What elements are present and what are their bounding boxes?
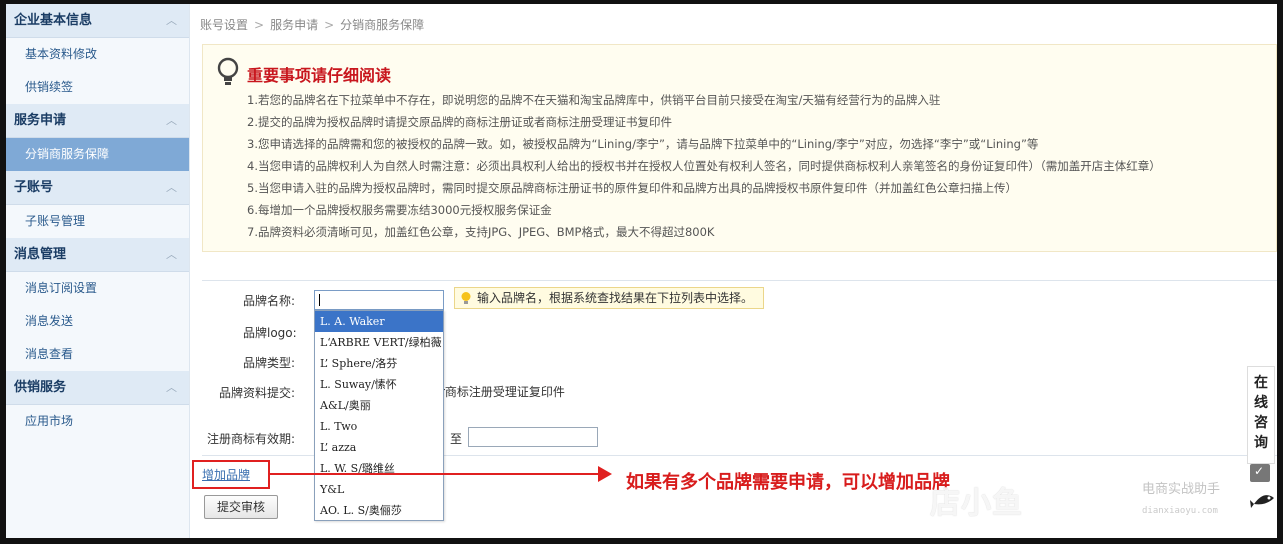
annotation-arrow-line bbox=[270, 473, 600, 475]
breadcrumb-item[interactable]: 服务申请 bbox=[270, 18, 318, 32]
dropdown-option[interactable]: L’ Sphere/洛芬 bbox=[315, 353, 443, 374]
chevron-up-icon[interactable]: ︿ bbox=[166, 104, 177, 138]
brand-name-tip: 输入品牌名，根据系统查找结果在下拉列表中选择。 bbox=[454, 287, 764, 309]
add-brand-link[interactable]: 增加品牌 bbox=[202, 466, 250, 483]
consult-toggle-icon[interactable] bbox=[1250, 464, 1270, 482]
breadcrumb-separator: > bbox=[254, 18, 265, 32]
submit-review-button[interactable]: 提交审核 bbox=[204, 495, 278, 519]
watermark-tagline: 电商实战助手 bbox=[1142, 482, 1221, 497]
tip-text: 输入品牌名，根据系统查找结果在下拉列表中选择。 bbox=[477, 291, 754, 305]
sidebar-item-distributor-service[interactable]: 分销商服务保障 bbox=[6, 138, 189, 171]
chevron-up-icon[interactable]: ︿ bbox=[166, 238, 177, 272]
dropdown-option[interactable]: L. Suway/愫怀 bbox=[315, 374, 443, 395]
annotation-text: 如果有多个品牌需要申请，可以增加品牌 bbox=[626, 472, 950, 493]
notice-item: 2.提交的品牌为授权品牌时请提交原品牌的商标注册证或者商标注册受理证书复印件 bbox=[247, 115, 672, 129]
annotation-arrow-head bbox=[598, 466, 612, 482]
dropdown-option[interactable]: AO. L. S/奥俪莎 bbox=[315, 500, 443, 521]
sidebar-group-label: 消息管理 bbox=[14, 247, 67, 262]
chevron-up-icon[interactable]: ︿ bbox=[166, 4, 177, 38]
fish-logo-icon bbox=[1250, 495, 1274, 508]
sidebar-group-service-application[interactable]: 服务申请 ︿ bbox=[6, 104, 189, 138]
notice-item: 5.当您申请入驻的品牌为授权品牌时，需同时提交原品牌商标注册证书的原件复印件和品… bbox=[247, 181, 1017, 195]
important-notice: 重要事项请仔细阅读 1.若您的品牌名在下拉菜单中不存在，即说明您的品牌不在天猫和… bbox=[202, 44, 1277, 252]
brand-name-label: 品牌名称: bbox=[243, 294, 296, 308]
sidebar-group-label: 企业基本信息 bbox=[14, 13, 93, 28]
lightbulb-icon bbox=[461, 292, 471, 304]
consult-char: 询 bbox=[1254, 435, 1268, 451]
notice-item: 7.品牌资料必须清晰可见，加盖红色公章，支持JPG、JPEG、BMP格式，最大不… bbox=[247, 225, 715, 239]
sidebar-group-label: 服务申请 bbox=[14, 113, 67, 128]
sidebar-group-sub-account[interactable]: 子账号 ︿ bbox=[6, 171, 189, 205]
sidebar-group-label: 供销服务 bbox=[14, 380, 67, 395]
brand-name-input[interactable] bbox=[314, 290, 444, 310]
sidebar-group-label: 子账号 bbox=[14, 180, 54, 195]
sidebar-item-message-subscribe[interactable]: 消息订阅设置 bbox=[6, 272, 189, 305]
sidebar: 企业基本信息 ︿ 基本资料修改 供销续签 服务申请 ︿ 分销商服务保障 子账号 ︿ 子… bbox=[6, 4, 190, 538]
sidebar-item-supply-renewal[interactable]: 供销续签 bbox=[6, 71, 189, 104]
sidebar-group-message[interactable]: 消息管理 ︿ bbox=[6, 238, 189, 272]
notice-item: 3.您申请选择的品牌需和您的被授权的品牌一致。如，被授权品牌为“Lining/李… bbox=[247, 137, 1039, 151]
sidebar-item-sub-account-manage[interactable]: 子账号管理 bbox=[6, 205, 189, 238]
dropdown-option[interactable]: A&L/奥丽 bbox=[315, 395, 443, 416]
consult-char: 咨 bbox=[1254, 415, 1268, 431]
notice-list: 1.若您的品牌名在下拉菜单中不存在，即说明您的品牌不在天猫和淘宝品牌库中，供销平… bbox=[247, 89, 1161, 243]
dropdown-option[interactable]: Y&L bbox=[315, 479, 443, 500]
notice-item: 4.当您申请的品牌权利人为自然人时需注意：必须出具权利人给出的授权书并在授权人位… bbox=[247, 159, 1161, 173]
sidebar-group-supply-service[interactable]: 供销服务 ︿ bbox=[6, 371, 189, 405]
consult-char: 在 bbox=[1254, 375, 1268, 391]
date-to-label: 至 bbox=[450, 432, 463, 446]
lightbulb-icon bbox=[217, 57, 239, 85]
chevron-up-icon[interactable]: ︿ bbox=[166, 171, 177, 205]
notice-title: 重要事项请仔细阅读 bbox=[247, 66, 392, 85]
trademark-end-date-input[interactable] bbox=[468, 427, 598, 447]
dropdown-option[interactable]: L. A. Wa​ker bbox=[315, 311, 443, 332]
brand-docs-label: 品牌资料提交: bbox=[219, 386, 296, 400]
watermark-url: dianxiaoyu.com bbox=[1142, 506, 1218, 516]
sidebar-item-message-send[interactable]: 消息发送 bbox=[6, 305, 189, 338]
brand-type-label: 品牌类型: bbox=[243, 356, 296, 370]
trademark-validity-label: 注册商标有效期: bbox=[207, 432, 296, 446]
dropdown-option[interactable]: L. W. S/璐维丝 bbox=[315, 458, 443, 479]
consult-char: 线 bbox=[1254, 395, 1268, 411]
brand-logo-label: 品牌logo: bbox=[243, 326, 297, 340]
brand-docs-text: r商标注册受理证复印件 bbox=[440, 385, 565, 399]
sidebar-item-message-view[interactable]: 消息查看 bbox=[6, 338, 189, 371]
watermark-brand: 店小鱼 bbox=[930, 486, 1023, 521]
sidebar-item-app-market[interactable]: 应用市场 bbox=[6, 405, 189, 438]
text-caret bbox=[319, 294, 320, 306]
dropdown-option[interactable]: L’ azza bbox=[315, 437, 443, 458]
breadcrumb-item-current: 分销商服务保障 bbox=[340, 18, 425, 32]
notice-item: 6.每增加一个品牌授权服务需要冻结3000元授权服务保证金 bbox=[247, 203, 552, 217]
notice-item: 1.若您的品牌名在下拉菜单中不存在，即说明您的品牌不在天猫和淘宝品牌库中，供销平… bbox=[247, 93, 941, 107]
breadcrumb-item[interactable]: 账号设置 bbox=[200, 18, 248, 32]
sidebar-item-basic-info-edit[interactable]: 基本资料修改 bbox=[6, 38, 189, 71]
brand-autocomplete-dropdown[interactable]: L. A. Wa​ker L‘ARBRE VERT/绿柏薇 L’ Sphere/… bbox=[314, 310, 444, 521]
chevron-up-icon[interactable]: ︿ bbox=[166, 371, 177, 405]
sidebar-group-company-info[interactable]: 企业基本信息 ︿ bbox=[6, 4, 189, 38]
breadcrumb-separator: > bbox=[324, 18, 335, 32]
online-consult-widget[interactable]: 在 线 咨 询 bbox=[1247, 366, 1275, 464]
dropdown-option[interactable]: L. Two bbox=[315, 416, 443, 437]
dropdown-option[interactable]: L‘ARBRE VERT/绿柏薇 bbox=[315, 332, 443, 353]
breadcrumb: 账号设置 > 服务申请 > 分销商服务保障 bbox=[200, 16, 424, 33]
